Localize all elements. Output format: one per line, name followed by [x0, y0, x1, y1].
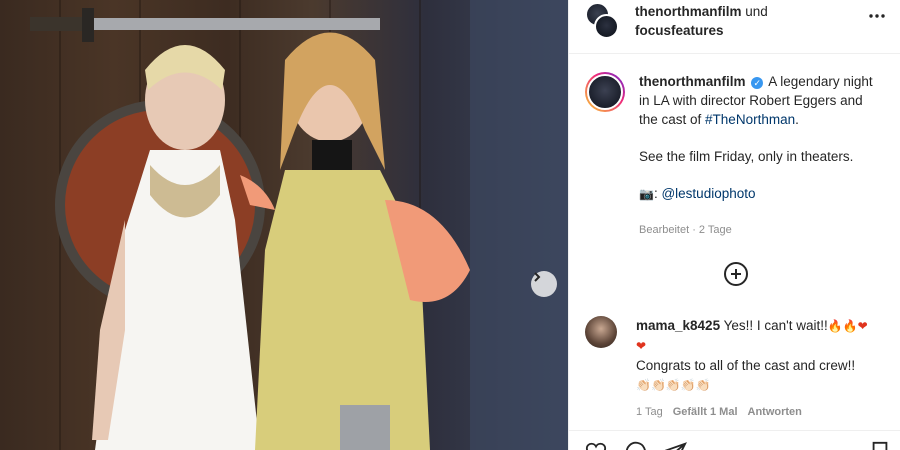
avatar: [594, 14, 619, 39]
camera-emoji-icon: 📷: [639, 187, 654, 201]
instagram-post-view: thenorthmanfilm und focusfeatures thenor…: [0, 0, 900, 450]
caption-text-end: .: [795, 112, 799, 127]
post-action-bar: [569, 430, 900, 450]
photo-illustration: [30, 0, 568, 450]
post-side-panel: thenorthmanfilm und focusfeatures thenor…: [568, 0, 900, 450]
collab-usernames: thenorthmanfilm und focusfeatures: [635, 2, 768, 40]
caption-body: thenorthmanfilm ✓ A legendary night in L…: [639, 72, 884, 240]
username-link[interactable]: focusfeatures: [635, 23, 724, 38]
carousel-next-button[interactable]: [531, 271, 557, 297]
comment-actions: 1 Tag Gefällt 1 Mal Antworten: [636, 406, 812, 418]
more-horizontal-icon: [869, 14, 885, 18]
username-link[interactable]: mama_k8425: [636, 318, 720, 333]
clap-emoji-icon: 👏🏻👏🏻👏🏻👏🏻👏🏻: [636, 378, 711, 392]
share-icon[interactable]: [665, 441, 687, 450]
caption-paragraph: See the film Friday, only in theaters.: [639, 149, 854, 164]
fire-heart-emoji-icon: 🔥🔥❤: [827, 319, 868, 333]
story-ring-avatar[interactable]: [585, 72, 625, 112]
post-photo: [0, 0, 568, 450]
comment-likes-link[interactable]: Gefällt 1 Mal: [673, 406, 738, 418]
heart-emoji-icon: ❤: [636, 339, 647, 353]
comment-time: 1 Tag: [636, 406, 663, 418]
comment-body: mama_k8425 Yes!! I can't wait!!🔥🔥❤ ❤ Con…: [636, 316, 886, 395]
conjunction-text: und: [745, 4, 768, 19]
edited-timestamp: Bearbeitet · 2 Tage: [639, 224, 732, 236]
collab-avatars[interactable]: [585, 2, 621, 42]
username-link[interactable]: thenorthmanfilm: [635, 4, 742, 19]
heart-icon[interactable]: [585, 441, 607, 450]
reply-button[interactable]: Antworten: [748, 406, 802, 418]
mention-link[interactable]: @lestudiophoto: [661, 186, 755, 201]
comment-item: mama_k8425 Yes!! I can't wait!!🔥🔥❤ ❤ Con…: [585, 316, 889, 395]
comment-icon[interactable]: [625, 441, 647, 450]
verified-badge-icon: ✓: [751, 77, 764, 89]
comment-text: Yes!! I can't wait!!: [723, 318, 828, 333]
post-caption: thenorthmanfilm ✓ A legendary night in L…: [569, 54, 900, 240]
photo-credit: 📷: @lestudiophoto: [639, 184, 884, 204]
more-options-button[interactable]: [867, 6, 887, 26]
username-link[interactable]: thenorthmanfilm: [639, 74, 746, 89]
post-header: thenorthmanfilm und focusfeatures: [569, 0, 900, 54]
comment-text: Congrats to all of the cast and crew!!: [636, 358, 856, 373]
bookmark-icon[interactable]: [869, 441, 891, 450]
chevron-right-icon: [534, 272, 541, 282]
avatar: [587, 74, 623, 110]
load-more-comments-button[interactable]: [724, 262, 748, 286]
plus-circle-icon: [731, 269, 741, 279]
hashtag-link[interactable]: #TheNorthman: [705, 112, 795, 127]
avatar[interactable]: [585, 316, 617, 348]
